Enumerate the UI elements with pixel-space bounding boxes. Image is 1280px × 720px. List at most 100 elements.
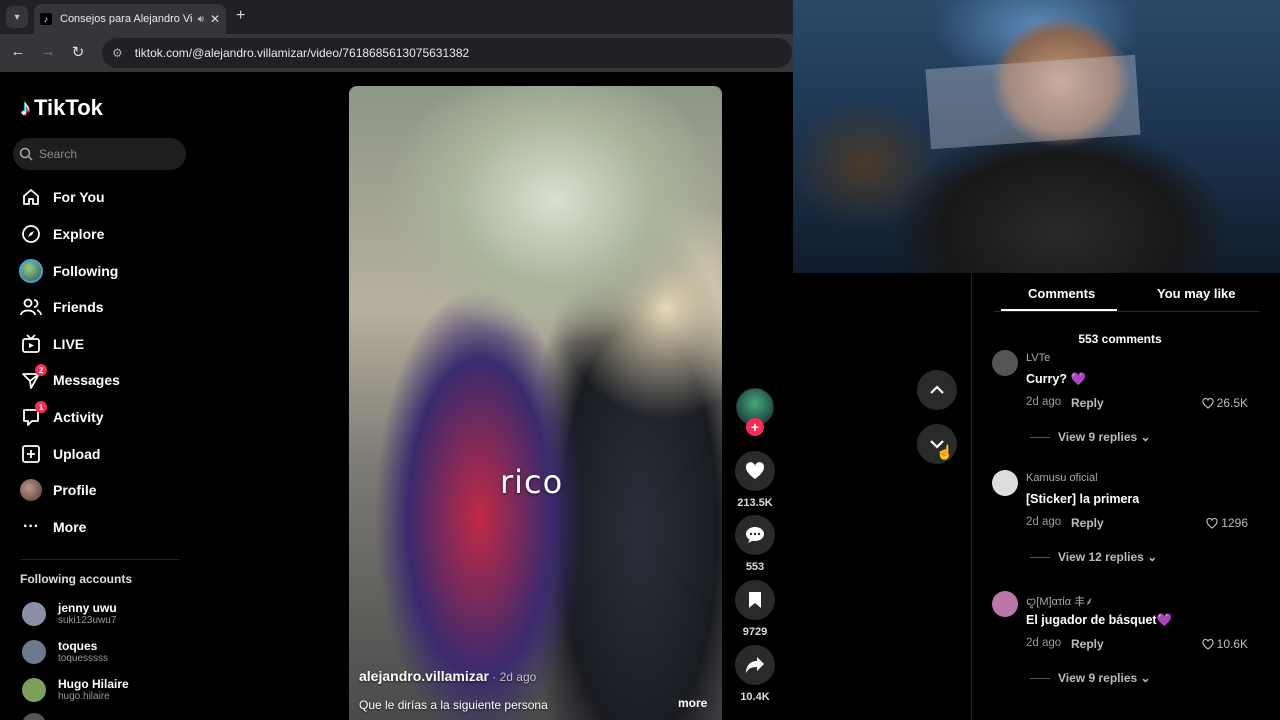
comment-text: [Sticker] la primera xyxy=(1026,492,1140,506)
share-arrow-icon[interactable] xyxy=(735,645,775,685)
speaker-icon[interactable]: 🔊︎ xyxy=(198,14,204,25)
upload-icon xyxy=(19,442,43,466)
tab-active-indicator xyxy=(1001,309,1117,311)
video-author[interactable]: alejandro.villamizar · 2d ago xyxy=(359,668,536,684)
chevron-up-icon xyxy=(930,385,944,394)
video-overlay-text: rico xyxy=(500,463,564,501)
like-count: 213.5K xyxy=(737,497,773,509)
sidebar-item-upload[interactable]: Upload xyxy=(19,441,100,467)
account-handle: suki123uwu7 xyxy=(58,615,117,626)
caption-more-button[interactable]: more xyxy=(678,696,707,710)
heart-outline-icon xyxy=(1202,397,1214,409)
comment-like-button[interactable]: 1296 xyxy=(1206,516,1248,530)
reply-button[interactable]: Reply xyxy=(1071,516,1104,530)
sidebar-item-label: LIVE xyxy=(53,336,85,352)
comment-age: 2d ago xyxy=(1026,516,1062,528)
comment-text: Curry? 💜 xyxy=(1026,372,1087,386)
comment-age: 2d ago xyxy=(1026,396,1062,408)
comment-username[interactable]: Kamusu oficial xyxy=(1026,472,1098,484)
sidebar-item-friends[interactable]: Friends xyxy=(19,294,104,320)
sidebar-item-profile[interactable]: Profile xyxy=(19,477,97,503)
chevron-down-icon: ⌄ xyxy=(1147,550,1158,564)
following-avatar xyxy=(19,259,43,283)
browser-tab-bar: ▾ ♪ Consejos para Alejandro Vil 🔊︎ ✕ + xyxy=(0,0,793,34)
sidebar-item-for-you[interactable]: For You xyxy=(19,184,105,210)
reply-button[interactable]: Reply xyxy=(1071,637,1104,651)
account-name: Hugo Hilaire xyxy=(58,677,129,691)
tiktok-note-icon: ♪ xyxy=(20,95,31,120)
sidebar-item-following[interactable]: Following xyxy=(19,258,118,284)
avatar[interactable] xyxy=(992,350,1018,376)
back-arrow-icon[interactable]: ← xyxy=(8,43,28,60)
avatar xyxy=(22,678,46,702)
sidebar-item-more[interactable]: ··· More xyxy=(19,514,86,540)
comment-username[interactable]: LVTe xyxy=(1026,352,1050,364)
share-action[interactable]: 10.4K xyxy=(734,645,776,703)
following-account[interactable]: toques toquesssss xyxy=(22,637,108,667)
tab-close-icon[interactable]: ✕ xyxy=(210,12,220,26)
view-replies-button[interactable]: View 12 replies ⌄ xyxy=(1030,550,1157,564)
sidebar-item-activity[interactable]: 1 Activity xyxy=(19,401,104,430)
following-account[interactable]: Hugo Hilaire hugo.hilaire xyxy=(22,675,129,705)
sidebar-item-label: Following xyxy=(53,263,119,279)
search-icon xyxy=(19,147,33,161)
new-tab-button[interactable]: + xyxy=(236,7,245,25)
sidebar-item-label: Profile xyxy=(53,482,97,498)
account-name: toques xyxy=(58,639,98,653)
avatar[interactable] xyxy=(992,470,1018,496)
avatar[interactable] xyxy=(992,591,1018,617)
search-input[interactable]: Search xyxy=(13,138,186,170)
comment-bubble-icon[interactable] xyxy=(735,515,775,555)
browser-tab-active[interactable]: ♪ Consejos para Alejandro Vil 🔊︎ ✕ xyxy=(34,4,226,34)
tab-you-may-like[interactable]: You may like xyxy=(1157,286,1236,301)
reply-button[interactable]: Reply xyxy=(1071,396,1104,410)
account-handle: hugo.hilaire xyxy=(58,691,110,702)
comment-like-count: 26.5K xyxy=(1216,396,1248,410)
follow-plus-icon[interactable]: + xyxy=(746,418,764,436)
chevron-down-icon: ⌄ xyxy=(1140,671,1151,685)
browser-address-bar: ← → ↻ ⚙ tiktok.com/@alejandro.villamizar… xyxy=(0,34,793,72)
post-age: · 2d ago xyxy=(488,670,537,684)
comment-count: 553 xyxy=(745,561,765,573)
bookmark-icon[interactable] xyxy=(735,580,775,620)
sidebar-item-messages[interactable]: 2 Messages xyxy=(19,364,120,393)
like-action[interactable]: 213.5K xyxy=(734,451,776,509)
video-caption: Que le dirías a la siguiente persona xyxy=(359,698,548,712)
friends-icon xyxy=(19,295,43,319)
sidebar-item-explore[interactable]: Explore xyxy=(19,221,104,247)
comment-action[interactable]: 553 xyxy=(734,515,776,573)
site-settings-icon[interactable]: ⚙ xyxy=(112,46,123,60)
previous-video-button[interactable] xyxy=(917,370,957,410)
comment-like-button[interactable]: 10.6K xyxy=(1202,637,1248,651)
tab-search-dropdown-icon[interactable]: ▾ xyxy=(6,6,28,28)
heart-icon[interactable] xyxy=(735,451,775,491)
more-icon: ··· xyxy=(23,518,39,535)
reload-icon[interactable]: ↻ xyxy=(68,43,88,61)
activity-badge: 1 xyxy=(35,401,47,413)
url-field[interactable]: ⚙ tiktok.com/@alejandro.villamizar/video… xyxy=(102,38,792,68)
comments-panel: Comments You may like 553 comments LVTe … xyxy=(971,273,1280,720)
tab-comments[interactable]: Comments xyxy=(1028,286,1095,301)
heart-outline-icon xyxy=(1206,517,1218,529)
profile-avatar xyxy=(19,478,43,502)
comment-like-button[interactable]: 26.5K xyxy=(1202,396,1248,410)
sidebar-item-label: Explore xyxy=(53,226,105,242)
background-banner xyxy=(925,54,1141,150)
account-name: jenny uwu xyxy=(58,601,117,615)
following-account[interactable]: jenny uwu suki123uwu7 xyxy=(22,599,117,629)
sidebar-item-label: Messages xyxy=(53,372,120,388)
panel-tabs: Comments You may like xyxy=(972,273,1280,313)
comment-like-count: 10.6K xyxy=(1216,637,1248,651)
save-action[interactable]: 9729 xyxy=(734,580,776,638)
view-replies-button[interactable]: View 9 replies ⌄ xyxy=(1030,671,1151,685)
video-player[interactable] xyxy=(349,86,722,720)
comment-username[interactable]: ꨄ[M]ατία 丰⸙ xyxy=(1026,593,1093,609)
forward-arrow-icon[interactable]: → xyxy=(38,43,58,60)
view-replies-button[interactable]: View 9 replies ⌄ xyxy=(1030,430,1151,444)
activity-icon: 1 xyxy=(19,401,47,429)
messages-icon: 2 xyxy=(19,364,47,392)
search-placeholder: Search xyxy=(39,147,78,161)
following-account[interactable]: holliman xyxy=(22,710,107,720)
sidebar-item-live[interactable]: LIVE xyxy=(19,331,84,357)
tiktok-logo[interactable]: ♪ TikTok xyxy=(20,95,103,121)
